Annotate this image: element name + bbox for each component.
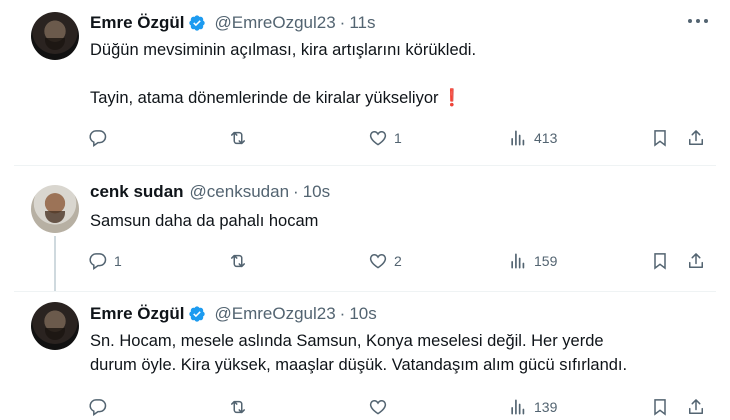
avatar[interactable] (31, 12, 79, 60)
like-icon (369, 253, 387, 269)
avatar[interactable] (31, 302, 79, 350)
tweet-3[interactable]: Emre Özgül @EmreOzgul23 · 10s Sn. Hocam,… (0, 302, 730, 420)
thread-connector-line (54, 236, 56, 292)
like-button[interactable]: 2 (368, 250, 402, 272)
view-count: 413 (534, 130, 558, 146)
share-button[interactable] (686, 396, 706, 418)
verified-badge-icon (188, 305, 206, 323)
author-name[interactable]: Emre Özgül (90, 304, 184, 324)
bookmark-icon (654, 130, 666, 147)
tweet-text-line-2: durum öyle. Kira yüksek, maaşlar düşük. … (90, 356, 628, 374)
tweet-actions: 1 2 159 (88, 250, 718, 272)
tweet-header: cenk sudan @cenksudan · 10s (90, 181, 330, 203)
like-button[interactable] (368, 396, 394, 418)
reply-button[interactable] (88, 127, 114, 149)
separator-dot: · (293, 182, 299, 201)
reply-icon (89, 253, 107, 270)
views-icon (511, 130, 525, 146)
verified-badge-icon (188, 14, 206, 32)
views-icon (511, 399, 525, 415)
like-icon (369, 399, 387, 415)
author-name[interactable]: cenk sudan (90, 182, 184, 202)
exclamation-emoji-icon: ❗ (441, 89, 463, 107)
retweet-button[interactable] (228, 127, 254, 149)
tweet-text-line: Düğün mevsiminin açılması, kira artışlar… (90, 41, 477, 59)
tweet-actions: 139 (88, 396, 718, 418)
like-button[interactable]: 1 (368, 127, 402, 149)
separator-dot: · (339, 304, 346, 323)
share-icon (689, 253, 703, 268)
tweet-2[interactable]: cenk sudan @cenksudan · 10s Samsun daha … (0, 180, 730, 290)
author-handle[interactable]: @EmreOzgul23 (214, 304, 335, 324)
retweet-icon (231, 131, 245, 145)
author-name[interactable]: Emre Özgül (90, 13, 184, 33)
tweet-text: Samsun daha da pahalı hocam (90, 212, 319, 230)
tweet-text-line: Tayin, atama dönemlerinde de kiralar yük… (90, 86, 700, 110)
tweet-divider (14, 291, 716, 292)
reply-button[interactable]: 1 (88, 250, 122, 272)
bookmark-icon (654, 253, 666, 270)
like-count: 2 (394, 253, 402, 269)
more-icon[interactable] (688, 13, 708, 29)
reply-icon (89, 399, 107, 416)
reply-button[interactable] (88, 396, 114, 418)
bookmark-button[interactable] (650, 396, 670, 418)
author-handle[interactable]: @EmreOzgul23 (214, 13, 335, 33)
tweet-text: Sn. Hocam, mesele aslında Samsun, Konya … (90, 329, 720, 377)
author-handle[interactable]: @cenksudan (190, 182, 290, 202)
like-icon (369, 130, 387, 146)
tweet-header: Emre Özgül @EmreOzgul23 · 11s (90, 12, 376, 34)
timestamp[interactable]: 10s (349, 304, 376, 324)
tweet-1[interactable]: Emre Özgül @EmreOzgul23 · 11s Düğün mevs… (0, 10, 730, 160)
tweet-header: Emre Özgül @EmreOzgul23 · 10s (90, 303, 377, 325)
share-icon (689, 399, 703, 414)
tweet-text-line-2: Tayin, atama dönemlerinde de kiralar yük… (90, 89, 439, 107)
share-icon (689, 130, 703, 145)
bookmark-icon (654, 399, 666, 416)
avatar[interactable] (31, 185, 79, 233)
views-button[interactable]: 159 (508, 250, 557, 272)
view-count: 159 (534, 253, 558, 269)
timestamp[interactable]: 10s (303, 182, 330, 202)
share-button[interactable] (686, 127, 706, 149)
retweet-button[interactable] (228, 250, 254, 272)
timestamp[interactable]: 11s (349, 13, 375, 33)
tweet-text: Düğün mevsiminin açılması, kira artışlar… (90, 38, 700, 110)
retweet-button[interactable] (228, 396, 254, 418)
tweet-actions: 1 413 (88, 127, 718, 149)
share-button[interactable] (686, 250, 706, 272)
reply-count: 1 (114, 253, 122, 269)
bookmark-button[interactable] (650, 250, 670, 272)
bookmark-button[interactable] (650, 127, 670, 149)
views-button[interactable]: 413 (508, 127, 557, 149)
view-count: 139 (534, 399, 558, 415)
tweet-divider (14, 165, 716, 166)
views-icon (511, 253, 525, 269)
separator-dot: · (339, 13, 346, 32)
reply-icon (89, 130, 107, 147)
retweet-icon (231, 254, 245, 268)
retweet-icon (231, 400, 245, 414)
tweet-text-line-1: Sn. Hocam, mesele aslında Samsun, Konya … (90, 332, 604, 350)
views-button[interactable]: 139 (508, 396, 557, 418)
like-count: 1 (394, 130, 402, 146)
